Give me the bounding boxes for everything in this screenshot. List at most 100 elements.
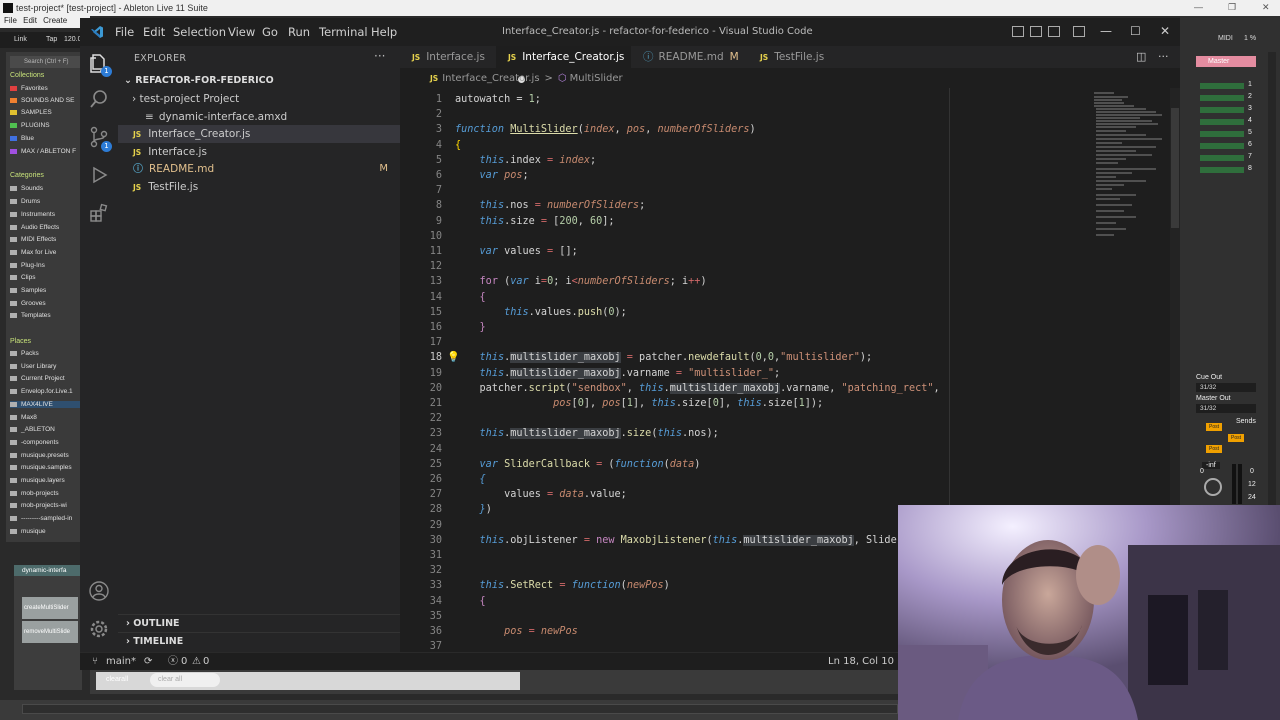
master-track-header[interactable]: Master [1196, 56, 1256, 67]
browser-item[interactable]: Grooves [10, 300, 46, 307]
browser-item[interactable]: musique.samples [10, 464, 72, 471]
file-tree-item[interactable]: JS TestFile.js [118, 178, 400, 196]
clear-all-button[interactable]: clear all [150, 673, 220, 687]
error-count[interactable]: 0 [181, 653, 187, 671]
browser-item[interactable]: Current Project [10, 375, 65, 382]
timeline-section[interactable]: › TIMELINE [118, 632, 400, 650]
scene-number[interactable]: 6 [1248, 141, 1252, 148]
toggle-panel-icon[interactable] [1030, 26, 1042, 37]
browser-item[interactable]: Blue [10, 135, 34, 142]
browser-item[interactable]: Clips [10, 274, 35, 281]
scene-number[interactable]: 5 [1248, 129, 1252, 136]
post-button[interactable]: Post [1206, 423, 1222, 431]
sync-icon[interactable]: ⟳ [144, 653, 152, 671]
search-icon[interactable] [88, 88, 110, 110]
breadcrumb-symbol[interactable]: MultiSlider [570, 73, 623, 84]
run-debug-icon[interactable] [88, 164, 110, 186]
create-multislider-button[interactable]: createMultiSlider [22, 597, 78, 619]
extensions-icon[interactable] [88, 202, 110, 224]
browser-item[interactable]: Packs [10, 350, 39, 357]
browser-item[interactable]: Sounds [10, 185, 43, 192]
tab-interface[interactable]: JS Interface.js [400, 46, 496, 68]
split-editor-icon[interactable]: ◫ [1136, 50, 1146, 63]
menu-help[interactable]: Help [371, 25, 397, 39]
browser-item[interactable]: Plug-Ins [10, 262, 45, 269]
browser-item[interactable]: _ABLETON [10, 426, 55, 433]
clip-slot[interactable] [1200, 155, 1244, 161]
warning-icon[interactable]: ⚠ [192, 653, 201, 671]
browser-item[interactable]: Drums [10, 198, 40, 205]
menu-view[interactable]: View [228, 25, 255, 39]
accounts-icon[interactable] [88, 580, 110, 602]
branch-name[interactable]: main* [106, 653, 136, 671]
pan-knob-icon[interactable] [1204, 478, 1222, 496]
browser-item[interactable]: User Library [10, 363, 56, 370]
browser-item[interactable]: Samples [10, 287, 46, 294]
browser-item[interactable]: Max for Live [10, 249, 56, 256]
file-tree-item-selected[interactable]: JS Interface_Creator.js [118, 125, 400, 143]
browser-item[interactable]: mob-projects [10, 490, 59, 497]
browser-item-selected[interactable]: MAX4LIVE [10, 401, 82, 408]
tab-readme[interactable]: ⓘ README.md M [631, 46, 748, 68]
browser-item[interactable]: Max8 [10, 414, 37, 421]
tab-interface-creator[interactable]: JS Interface_Creator.js [496, 46, 631, 83]
menu-run[interactable]: Run [288, 25, 310, 39]
master-out-select[interactable]: 31/32 [1196, 404, 1256, 413]
browser-item[interactable]: musique [10, 528, 46, 535]
scene-number[interactable]: 3 [1248, 105, 1252, 112]
outline-section[interactable]: › OUTLINE [118, 614, 400, 632]
scene-number[interactable]: 1 [1248, 81, 1252, 88]
close-icon[interactable]: ✕ [1262, 2, 1270, 13]
toggle-secondary-sidebar-icon[interactable] [1048, 26, 1060, 37]
browser-item[interactable]: Instruments [10, 211, 55, 218]
close-icon[interactable]: ✕ [1160, 24, 1170, 38]
cursor-position[interactable]: Ln 18, Col 10 (1 [828, 653, 907, 671]
ableton-menu-file[interactable]: File [4, 16, 17, 25]
maximize-icon[interactable]: ☐ [1130, 24, 1141, 38]
minimize-icon[interactable]: — [1100, 24, 1112, 38]
link-button[interactable]: Link [14, 36, 27, 43]
browser-item[interactable]: Favorites [10, 85, 48, 92]
browser-item[interactable]: ---------sampled-in [10, 515, 72, 522]
clip-slot[interactable] [1200, 95, 1244, 101]
tap-button[interactable]: Tap [46, 36, 57, 43]
browser-item[interactable]: -components [10, 439, 59, 446]
browser-item[interactable]: musique.presets [10, 452, 69, 459]
scene-number[interactable]: 7 [1248, 153, 1252, 160]
clip-slot[interactable] [1200, 131, 1244, 137]
breadcrumb-file[interactable]: Interface_Creator.js [442, 73, 539, 84]
settings-gear-icon[interactable] [88, 618, 110, 640]
minimize-icon[interactable]: — [1194, 2, 1203, 12]
error-icon[interactable]: ⓧ [168, 653, 178, 671]
post-button[interactable]: Post [1206, 445, 1222, 453]
browser-item[interactable]: SOUNDS AND SE [10, 97, 74, 104]
warning-count[interactable]: 0 [203, 653, 209, 671]
browser-item[interactable]: Templates [10, 312, 51, 319]
browser-item[interactable]: MIDI Effects [10, 236, 56, 243]
browser-item[interactable]: MAX / ABLETON F [10, 148, 76, 155]
browser-item[interactable]: SAMPLES [10, 109, 52, 116]
browser-item[interactable]: PLUGINS [10, 122, 50, 129]
scrollbar-thumb[interactable] [1171, 108, 1179, 228]
clip-slot[interactable] [1200, 119, 1244, 125]
clip-slot[interactable] [1200, 107, 1244, 113]
maximize-icon[interactable]: ❐ [1228, 2, 1236, 13]
remove-multislider-button[interactable]: removeMultiSlide [22, 621, 78, 643]
post-button[interactable]: Post [1228, 434, 1244, 442]
browser-item[interactable]: mob-projects-wi [10, 502, 67, 509]
clip-slot[interactable] [1200, 83, 1244, 89]
browser-search-input[interactable]: Search (Ctrl + F) [10, 56, 80, 68]
device-title[interactable]: dynamic-interfa [14, 565, 82, 576]
menu-edit[interactable]: Edit [143, 25, 165, 39]
menu-file[interactable]: File [115, 25, 134, 39]
clip-slot[interactable] [1200, 143, 1244, 149]
clip-slot[interactable] [1200, 167, 1244, 173]
tempo-field[interactable]: 120.0 [64, 36, 82, 43]
menu-selection[interactable]: Selection [173, 25, 226, 39]
explorer-more-actions[interactable]: ··· [374, 49, 385, 63]
workspace-folder[interactable]: ⌄ REFACTOR-FOR-FEDERICO [118, 72, 400, 90]
file-tree-item[interactable]: ⓘ README.md M [118, 160, 400, 178]
scene-number[interactable]: 2 [1248, 93, 1252, 100]
file-tree-item[interactable]: › test-project Project [118, 90, 400, 108]
browser-item[interactable]: musique.layers [10, 477, 65, 484]
